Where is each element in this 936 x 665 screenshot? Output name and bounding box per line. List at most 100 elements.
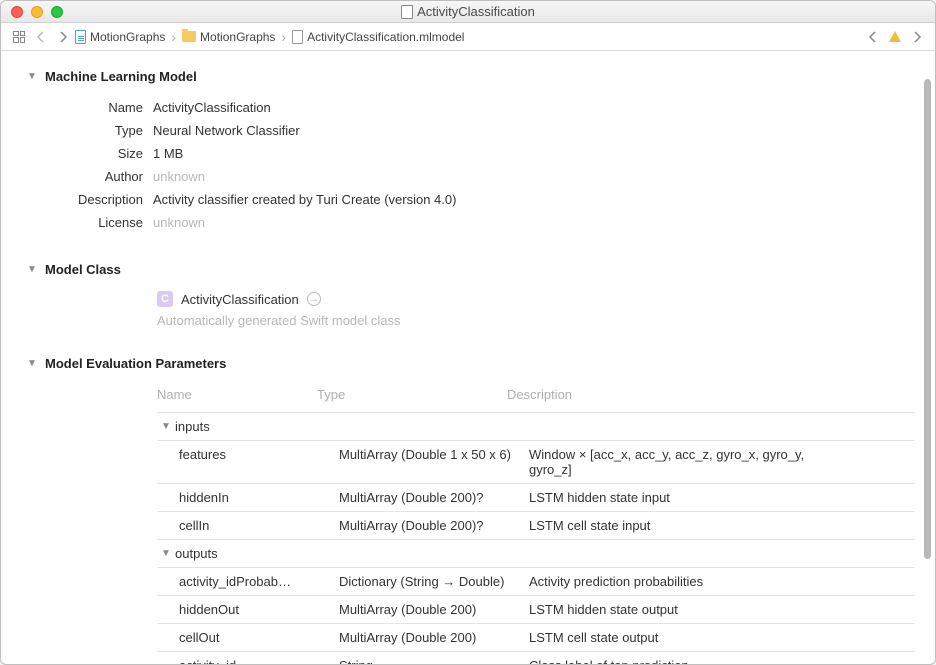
prop-value: unknown bbox=[153, 215, 205, 230]
param-description: LSTM cell state output bbox=[529, 630, 849, 645]
prop-label: Author bbox=[53, 169, 153, 184]
model-class-subtitle: Automatically generated Swift model clas… bbox=[157, 313, 915, 328]
param-row[interactable]: hiddenInMultiArray (Double 200)?LSTM hid… bbox=[157, 484, 915, 512]
prop-author: Author unknown bbox=[53, 165, 915, 188]
breadcrumb-label: MotionGraphs bbox=[90, 30, 165, 44]
param-name: cellOut bbox=[179, 630, 339, 645]
breadcrumb-item-file[interactable]: ActivityClassification.mlmodel bbox=[292, 28, 464, 46]
param-type: MultiArray (Double 1 x 50 x 6) bbox=[339, 447, 529, 477]
param-row[interactable]: featuresMultiArray (Double 1 x 50 x 6)Wi… bbox=[157, 441, 915, 484]
next-issue-button[interactable] bbox=[907, 27, 927, 47]
param-name: hiddenIn bbox=[179, 490, 339, 505]
vertical-scrollbar[interactable] bbox=[921, 59, 933, 658]
param-type: MultiArray (Double 200)? bbox=[339, 518, 529, 533]
param-name: activity_id bbox=[179, 658, 339, 664]
param-description: LSTM hidden state input bbox=[529, 490, 849, 505]
section-model-class: ▼ Model Class C ActivityClassification →… bbox=[27, 262, 915, 328]
chevron-right-icon bbox=[912, 31, 922, 43]
scrollbar-thumb[interactable] bbox=[924, 79, 931, 559]
jump-bar: MotionGraphs › MotionGraphs › ActivityCl… bbox=[1, 23, 935, 51]
prop-value: Activity classifier created by Turi Crea… bbox=[153, 192, 456, 207]
forward-button[interactable] bbox=[53, 27, 73, 47]
disclosure-triangle-icon: ▼ bbox=[27, 264, 37, 275]
param-name: features bbox=[179, 447, 339, 477]
col-type: Type bbox=[317, 387, 507, 402]
param-row[interactable]: cellInMultiArray (Double 200)?LSTM cell … bbox=[157, 512, 915, 540]
param-description: Class label of top prediction bbox=[529, 658, 849, 664]
col-name: Name bbox=[157, 387, 317, 402]
zoom-button[interactable] bbox=[51, 6, 63, 18]
param-row[interactable]: activity_idProbab…Dictionary (String → D… bbox=[157, 568, 915, 596]
reveal-in-navigator-button[interactable]: → bbox=[307, 292, 321, 306]
section-header[interactable]: ▼ Model Class bbox=[27, 262, 915, 277]
param-description: Window × [acc_x, acc_y, acc_z, gyro_x, g… bbox=[529, 447, 849, 477]
window-title: ActivityClassification bbox=[1, 4, 935, 19]
section-title: Model Evaluation Parameters bbox=[45, 356, 226, 371]
section-ml-model: ▼ Machine Learning Model Name ActivityCl… bbox=[27, 69, 915, 234]
group-label: inputs bbox=[175, 419, 210, 434]
group-label: outputs bbox=[175, 546, 218, 561]
breadcrumb-item-project[interactable]: MotionGraphs bbox=[75, 28, 165, 46]
prop-label: Description bbox=[53, 192, 153, 207]
section-title: Model Class bbox=[45, 262, 121, 277]
prop-description: Description Activity classifier created … bbox=[53, 188, 915, 211]
disclosure-triangle-icon: ▼ bbox=[161, 421, 171, 432]
class-badge-icon: C bbox=[157, 291, 173, 307]
chevron-right-icon: › bbox=[277, 29, 290, 45]
prop-label: Name bbox=[53, 100, 153, 115]
param-description: Activity prediction probabilities bbox=[529, 574, 849, 589]
editor-content: ▼ Machine Learning Model Name ActivityCl… bbox=[1, 51, 935, 664]
param-row[interactable]: activity_idStringClass label of top pred… bbox=[157, 652, 915, 664]
chevron-left-icon bbox=[36, 31, 46, 43]
param-type: String bbox=[339, 658, 529, 664]
section-title: Machine Learning Model bbox=[45, 69, 197, 84]
param-name: cellIn bbox=[179, 518, 339, 533]
col-desc: Description bbox=[507, 387, 827, 402]
disclosure-triangle-icon: ▼ bbox=[161, 548, 171, 559]
group-header-outputs[interactable]: ▼ outputs bbox=[157, 540, 915, 568]
close-button[interactable] bbox=[11, 6, 23, 18]
params-group-outputs: ▼ outputs activity_idProbab…Dictionary (… bbox=[157, 540, 915, 664]
model-class-name: ActivityClassification bbox=[181, 292, 299, 307]
param-type: MultiArray (Double 200) bbox=[339, 602, 529, 617]
param-type: MultiArray (Double 200) bbox=[339, 630, 529, 645]
param-row[interactable]: hiddenOutMultiArray (Double 200)LSTM hid… bbox=[157, 596, 915, 624]
related-items-button[interactable] bbox=[9, 27, 29, 47]
window-title-text: ActivityClassification bbox=[417, 4, 535, 19]
prop-type: Type Neural Network Classifier bbox=[53, 119, 915, 142]
project-icon bbox=[75, 30, 86, 44]
params-table: Name Type Description ▼ inputs featuresM… bbox=[157, 383, 915, 664]
prop-value: Neural Network Classifier bbox=[153, 123, 300, 138]
prev-issue-button[interactable] bbox=[863, 27, 883, 47]
traffic-lights bbox=[1, 6, 63, 18]
param-name: hiddenOut bbox=[179, 602, 339, 617]
xcode-window: ActivityClassification MotionGraphs › Mo… bbox=[0, 0, 936, 665]
group-header-inputs[interactable]: ▼ inputs bbox=[157, 413, 915, 441]
params-group-inputs: ▼ inputs featuresMultiArray (Double 1 x … bbox=[157, 412, 915, 540]
minimize-button[interactable] bbox=[31, 6, 43, 18]
prop-label: Size bbox=[53, 146, 153, 161]
param-type: MultiArray (Double 200)? bbox=[339, 490, 529, 505]
param-row[interactable]: cellOutMultiArray (Double 200)LSTM cell … bbox=[157, 624, 915, 652]
breadcrumb-item-folder[interactable]: MotionGraphs bbox=[182, 28, 275, 46]
prop-value: 1 MB bbox=[153, 146, 183, 161]
breadcrumb-label: ActivityClassification.mlmodel bbox=[307, 30, 464, 44]
prop-name: Name ActivityClassification bbox=[53, 96, 915, 119]
section-header[interactable]: ▼ Machine Learning Model bbox=[27, 69, 915, 84]
prop-label: License bbox=[53, 215, 153, 230]
disclosure-triangle-icon: ▼ bbox=[27, 71, 37, 82]
chevron-right-icon: › bbox=[167, 29, 180, 45]
section-header[interactable]: ▼ Model Evaluation Parameters bbox=[27, 356, 915, 371]
folder-icon bbox=[182, 31, 196, 42]
grid-icon bbox=[13, 31, 25, 43]
chevron-right-icon bbox=[58, 31, 68, 43]
breadcrumb: MotionGraphs › MotionGraphs › ActivityCl… bbox=[75, 28, 861, 46]
model-class-info: C ActivityClassification → Automatically… bbox=[157, 289, 915, 328]
mlmodel-file-icon bbox=[292, 30, 303, 44]
back-button[interactable] bbox=[31, 27, 51, 47]
breadcrumb-label: MotionGraphs bbox=[200, 30, 275, 44]
prop-value: unknown bbox=[153, 169, 205, 184]
section-eval-params: ▼ Model Evaluation Parameters Name Type … bbox=[27, 356, 915, 664]
prop-value: ActivityClassification bbox=[153, 100, 271, 115]
warning-icon[interactable] bbox=[889, 31, 901, 42]
